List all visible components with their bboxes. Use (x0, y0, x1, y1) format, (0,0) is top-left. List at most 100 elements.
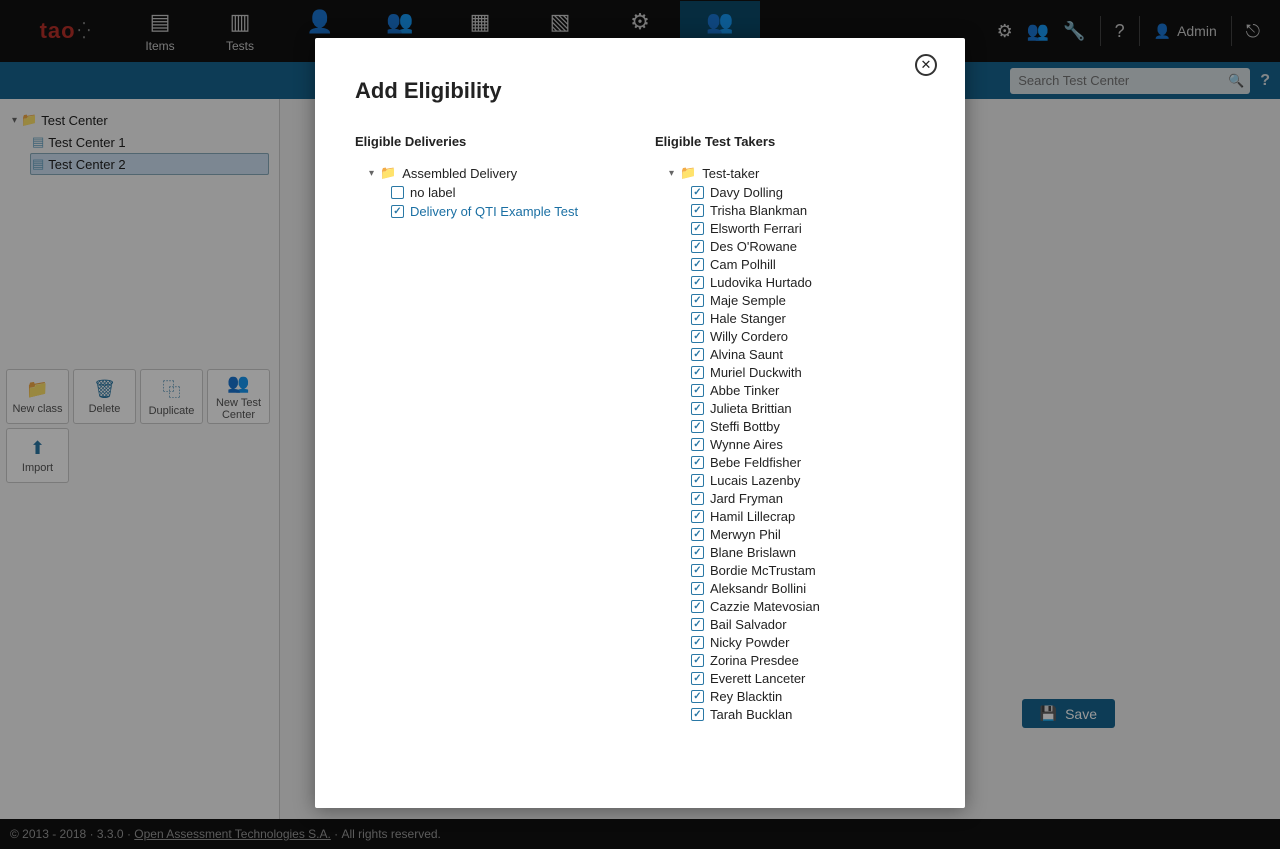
testtaker-item[interactable]: Tarah Bucklan (691, 705, 921, 723)
checkbox[interactable] (691, 618, 704, 631)
testtaker-item[interactable]: Zorina Presdee (691, 651, 921, 669)
testtaker-item[interactable]: Davy Dolling (691, 183, 921, 201)
testtakers-list: Davy Dolling Trisha BlankmanElsworth Ferr… (655, 183, 921, 723)
checkbox[interactable] (691, 510, 704, 523)
checkbox[interactable] (691, 636, 704, 649)
testtaker-item[interactable]: Nicky Powder (691, 633, 921, 651)
testtaker-item[interactable]: Bebe Feldfisher (691, 453, 921, 471)
testtaker-item[interactable]: Hale Stanger (691, 309, 921, 327)
checkbox[interactable] (391, 186, 404, 199)
testtaker-item[interactable]: Steffi Bottby (691, 417, 921, 435)
folder-icon: 📁 (380, 165, 396, 181)
testtaker-folder[interactable]: ▾ 📁 Test-taker (655, 163, 921, 183)
checkbox[interactable] (691, 528, 704, 541)
checkbox[interactable] (691, 492, 704, 505)
checkbox[interactable] (691, 366, 704, 379)
testtaker-name: Lucais Lazenby (710, 473, 800, 488)
delivery-label: no label (410, 185, 456, 200)
testtaker-item[interactable]: Willy Cordero (691, 327, 921, 345)
testtaker-item[interactable]: Cazzie Matevosian (691, 597, 921, 615)
checkbox[interactable] (691, 276, 704, 289)
testtaker-item[interactable]: Ludovika Hurtado (691, 273, 921, 291)
checkbox[interactable] (691, 690, 704, 703)
testtaker-item[interactable]: Jard Fryman (691, 489, 921, 507)
checkbox[interactable] (691, 240, 704, 253)
modal-title: Add Eligibility (355, 78, 925, 104)
checkbox[interactable] (691, 654, 704, 667)
checkbox[interactable] (691, 384, 704, 397)
close-icon[interactable]: ✕ (915, 54, 937, 76)
testtaker-item[interactable]: Bail Salvador (691, 615, 921, 633)
testtaker-name: Bebe Feldfisher (710, 455, 801, 470)
checkbox[interactable] (691, 564, 704, 577)
checkbox[interactable] (691, 258, 704, 271)
testtaker-name: Trisha Blankman (710, 203, 807, 218)
checkbox[interactable] (691, 672, 704, 685)
testtaker-item[interactable]: Merwyn Phil (691, 525, 921, 543)
testtaker-item[interactable]: Aleksandr Bollini (691, 579, 921, 597)
testtaker-item[interactable]: Muriel Duckwith (691, 363, 921, 381)
column-title: Eligible Test Takers (655, 134, 925, 149)
delivery-item[interactable]: no label (391, 183, 625, 202)
testtaker-name: Bordie McTrustam (710, 563, 816, 578)
testtaker-item[interactable]: Abbe Tinker (691, 381, 921, 399)
checkbox[interactable] (691, 312, 704, 325)
testtaker-name: Cazzie Matevosian (710, 599, 820, 614)
caret-icon: ▾ (369, 168, 374, 179)
checkbox[interactable] (691, 420, 704, 433)
testtaker-name: Rey Blacktin (710, 689, 782, 704)
testtaker-item[interactable]: Rey Blacktin (691, 687, 921, 705)
delivery-item[interactable]: Delivery of QTI Example Test (391, 202, 625, 221)
folder-label: Assembled Delivery (402, 166, 517, 181)
checkbox[interactable] (691, 456, 704, 469)
checkbox[interactable] (691, 204, 704, 217)
testtaker-name: Jard Fryman (710, 491, 783, 506)
eligible-testtakers-column: Eligible Test Takers ▾ 📁 Test-taker Davy… (655, 134, 925, 773)
checkbox[interactable] (691, 186, 704, 199)
checkbox[interactable] (691, 708, 704, 721)
checkbox[interactable] (391, 205, 404, 218)
testtaker-name: Blane Brislawn (710, 545, 796, 560)
testtaker-item[interactable]: Everett Lanceter (691, 669, 921, 687)
modal-columns: Eligible Deliveries ▾ 📁 Assembled Delive… (355, 134, 925, 773)
testtaker-name: Julieta Brittian (710, 401, 792, 416)
testtaker-name: Steffi Bottby (710, 419, 780, 434)
testtaker-name: Davy Dolling (710, 185, 783, 200)
testtaker-name: Everett Lanceter (710, 671, 805, 686)
testtaker-item[interactable]: Trisha Blankman (691, 201, 921, 219)
modal-scroll[interactable]: ✕ Add Eligibility Eligible Deliveries ▾ … (315, 38, 965, 808)
testtaker-name: Hale Stanger (710, 311, 786, 326)
testtaker-item[interactable]: Bordie McTrustam (691, 561, 921, 579)
testtaker-item[interactable]: Julieta Brittian (691, 399, 921, 417)
checkbox[interactable] (691, 348, 704, 361)
testtaker-name: Abbe Tinker (710, 383, 779, 398)
checkbox[interactable] (691, 294, 704, 307)
testtaker-item[interactable]: Des O'Rowane (691, 237, 921, 255)
testtaker-name: Zorina Presdee (710, 653, 799, 668)
testtaker-name: Hamil Lillecrap (710, 509, 795, 524)
testtaker-item[interactable]: Lucais Lazenby (691, 471, 921, 489)
modal-body: Add Eligibility Eligible Deliveries ▾ 📁 … (315, 38, 965, 793)
testtaker-item[interactable]: Wynne Aires (691, 435, 921, 453)
checkbox[interactable] (691, 474, 704, 487)
checkbox[interactable] (691, 402, 704, 415)
testtaker-name: Muriel Duckwith (710, 365, 802, 380)
checkbox[interactable] (691, 222, 704, 235)
delivery-folder[interactable]: ▾ 📁 Assembled Delivery (355, 163, 625, 183)
testtaker-name: Des O'Rowane (710, 239, 797, 254)
checkbox[interactable] (691, 600, 704, 613)
testtaker-item[interactable]: Alvina Saunt (691, 345, 921, 363)
testtaker-item[interactable]: Elsworth Ferrari (691, 219, 921, 237)
checkbox[interactable] (691, 546, 704, 559)
testtaker-item[interactable]: Blane Brislawn (691, 543, 921, 561)
caret-icon: ▾ (669, 168, 674, 179)
testtaker-item[interactable]: Hamil Lillecrap (691, 507, 921, 525)
delivery-label: Delivery of QTI Example Test (410, 204, 578, 219)
testtaker-name: Merwyn Phil (710, 527, 781, 542)
checkbox[interactable] (691, 582, 704, 595)
testtakers-scroll[interactable]: ▾ 📁 Test-taker Davy Dolling Trisha Blankm… (655, 163, 925, 773)
checkbox[interactable] (691, 438, 704, 451)
checkbox[interactable] (691, 330, 704, 343)
testtaker-item[interactable]: Cam Polhill (691, 255, 921, 273)
testtaker-item[interactable]: Maje Semple (691, 291, 921, 309)
